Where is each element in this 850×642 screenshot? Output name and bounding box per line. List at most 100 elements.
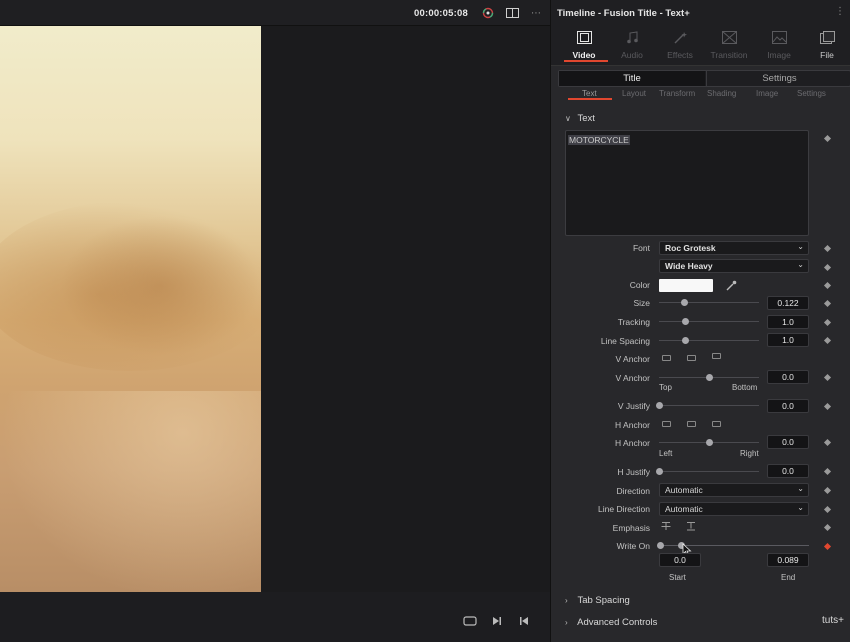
color-swatch[interactable] (659, 279, 713, 292)
size-input[interactable]: 0.122 (767, 296, 809, 310)
keyframe-diamond-icon[interactable] (823, 336, 832, 345)
line-direction-dropdown[interactable]: Automatic ⌄ (659, 502, 809, 516)
slider-knob[interactable] (682, 318, 689, 325)
keyframe-diamond-icon[interactable] (823, 505, 832, 514)
inspector-title: Timeline - Fusion Title - Text+ (557, 8, 690, 19)
eyedropper-icon[interactable] (725, 280, 737, 292)
chevron-down-icon: ⌄ (797, 260, 804, 269)
tab-transition[interactable]: Transition (704, 26, 754, 66)
subtab-settings[interactable]: Settings (797, 89, 826, 98)
strikethrough-icon[interactable] (661, 521, 671, 533)
anchor-center-icon[interactable] (687, 355, 696, 361)
loop-icon[interactable] (463, 614, 477, 628)
underline-icon[interactable] (686, 521, 696, 533)
keyframe-diamond-icon[interactable] (823, 134, 832, 143)
h-justify-label: H Justify (617, 467, 650, 477)
font-dropdown[interactable]: Roc Grotesk ⌄ (659, 241, 809, 255)
tab-audio[interactable]: Audio (607, 26, 657, 66)
anchor-bottom-icon[interactable] (712, 353, 721, 359)
v-anchor-input[interactable]: 0.0 (767, 370, 809, 384)
keyframe-diamond-icon[interactable] (823, 281, 832, 290)
tracking-label: Tracking (617, 317, 650, 327)
file-icon (820, 31, 835, 44)
keyframe-diamond-icon[interactable] (823, 263, 832, 272)
subtab-text[interactable]: Text (582, 89, 597, 98)
keyframe-diamond-icon[interactable] (823, 373, 832, 382)
segment-title[interactable]: Title (559, 71, 705, 86)
segment-settings[interactable]: Settings (706, 71, 850, 86)
chevron-down-icon: ⌄ (797, 503, 804, 512)
line-spacing-label: Line Spacing (600, 336, 650, 346)
h-justify-slider[interactable] (656, 468, 759, 475)
size-slider[interactable] (659, 299, 759, 306)
go-to-start-icon[interactable] (517, 614, 531, 628)
keyframe-diamond-icon[interactable] (823, 438, 832, 447)
color-label: Color (629, 280, 650, 290)
slider-knob[interactable] (681, 299, 688, 306)
line-spacing-input[interactable]: 1.0 (767, 333, 809, 347)
tab-spacing-section-header[interactable]: › Tab Spacing (565, 595, 630, 606)
anchor-middle-icon[interactable] (687, 421, 696, 427)
inspector-header: Timeline - Fusion Title - Text+ ⋮ (551, 0, 850, 26)
inspector-tabs: Video Audio Effects Transition Image Fil… (551, 26, 850, 66)
slider-knob[interactable] (656, 402, 663, 409)
anchor-left-icon[interactable] (662, 421, 671, 427)
more-options-icon[interactable]: ⋯ (529, 6, 543, 20)
font-label: Font (632, 243, 650, 253)
tab-file[interactable]: File (802, 26, 850, 66)
dual-viewer-icon[interactable] (505, 6, 519, 20)
v-justify-slider[interactable] (656, 402, 759, 409)
slider-knob[interactable] (706, 374, 713, 381)
v-anchor-slider[interactable] (659, 374, 759, 381)
keyframe-diamond-icon[interactable] (823, 318, 832, 327)
h-justify-input[interactable]: 0.0 (767, 464, 809, 478)
next-frame-icon[interactable] (490, 614, 504, 628)
anchor-right-icon[interactable] (712, 421, 721, 427)
v-justify-input[interactable]: 0.0 (767, 399, 809, 413)
subtab-image[interactable]: Image (756, 89, 778, 98)
keyframe-diamond-icon[interactable] (823, 467, 832, 476)
direction-dropdown[interactable]: Automatic ⌄ (659, 483, 809, 497)
keyframe-diamond-icon[interactable] (823, 523, 832, 532)
chevron-down-icon: ⌄ (797, 484, 804, 493)
range-start-knob[interactable] (657, 542, 664, 549)
tab-effects[interactable]: Effects (655, 26, 705, 66)
magic-wand-icon (674, 32, 687, 44)
color-wheel-icon[interactable] (481, 6, 495, 20)
line-spacing-slider[interactable] (659, 337, 759, 344)
subtab-layout[interactable]: Layout (622, 89, 646, 98)
h-anchor-label: H Anchor (615, 420, 650, 430)
chevron-right-icon: › (565, 618, 568, 627)
line-direction-label: Line Direction (598, 504, 650, 514)
v-anchor-slider-label: V Anchor (615, 373, 651, 383)
font-style-dropdown[interactable]: Wide Heavy ⌄ (659, 259, 809, 273)
text-section-header[interactable]: ∨ Text (565, 113, 595, 124)
tracking-input[interactable]: 1.0 (767, 315, 809, 329)
slider-knob[interactable] (656, 468, 663, 475)
tracking-slider[interactable] (659, 318, 759, 325)
keyframe-diamond-icon[interactable] (823, 299, 832, 308)
subtab-shading[interactable]: Shading (707, 89, 736, 98)
advanced-controls-section-header[interactable]: › Advanced Controls (565, 617, 657, 628)
keyframe-diamond-icon[interactable] (823, 402, 832, 411)
anchor-top-icon[interactable] (662, 355, 671, 361)
keyframe-diamond-active-icon[interactable] (823, 542, 832, 551)
write-on-end-input[interactable]: 0.089 (767, 553, 809, 567)
film-icon (577, 31, 592, 44)
h-anchor-slider-label: H Anchor (615, 438, 650, 448)
keyframe-diamond-icon[interactable] (823, 486, 832, 495)
h-anchor-input[interactable]: 0.0 (767, 435, 809, 449)
tab-video[interactable]: Video (559, 26, 609, 66)
subtab-transform[interactable]: Transform (659, 89, 695, 98)
slider-knob[interactable] (682, 337, 689, 344)
video-frame-image (0, 26, 261, 592)
write-on-start-input[interactable]: 0.0 (659, 553, 701, 567)
tab-image[interactable]: Image (754, 26, 804, 66)
h-anchor-slider[interactable] (659, 439, 759, 446)
write-on-label: Write On (616, 541, 650, 551)
text-content-input[interactable]: MOTORCYCLE (565, 130, 809, 236)
direction-label: Direction (616, 486, 650, 496)
keyframe-diamond-icon[interactable] (823, 244, 832, 253)
more-options-icon[interactable]: ⋮ (835, 6, 845, 17)
slider-knob[interactable] (706, 439, 713, 446)
